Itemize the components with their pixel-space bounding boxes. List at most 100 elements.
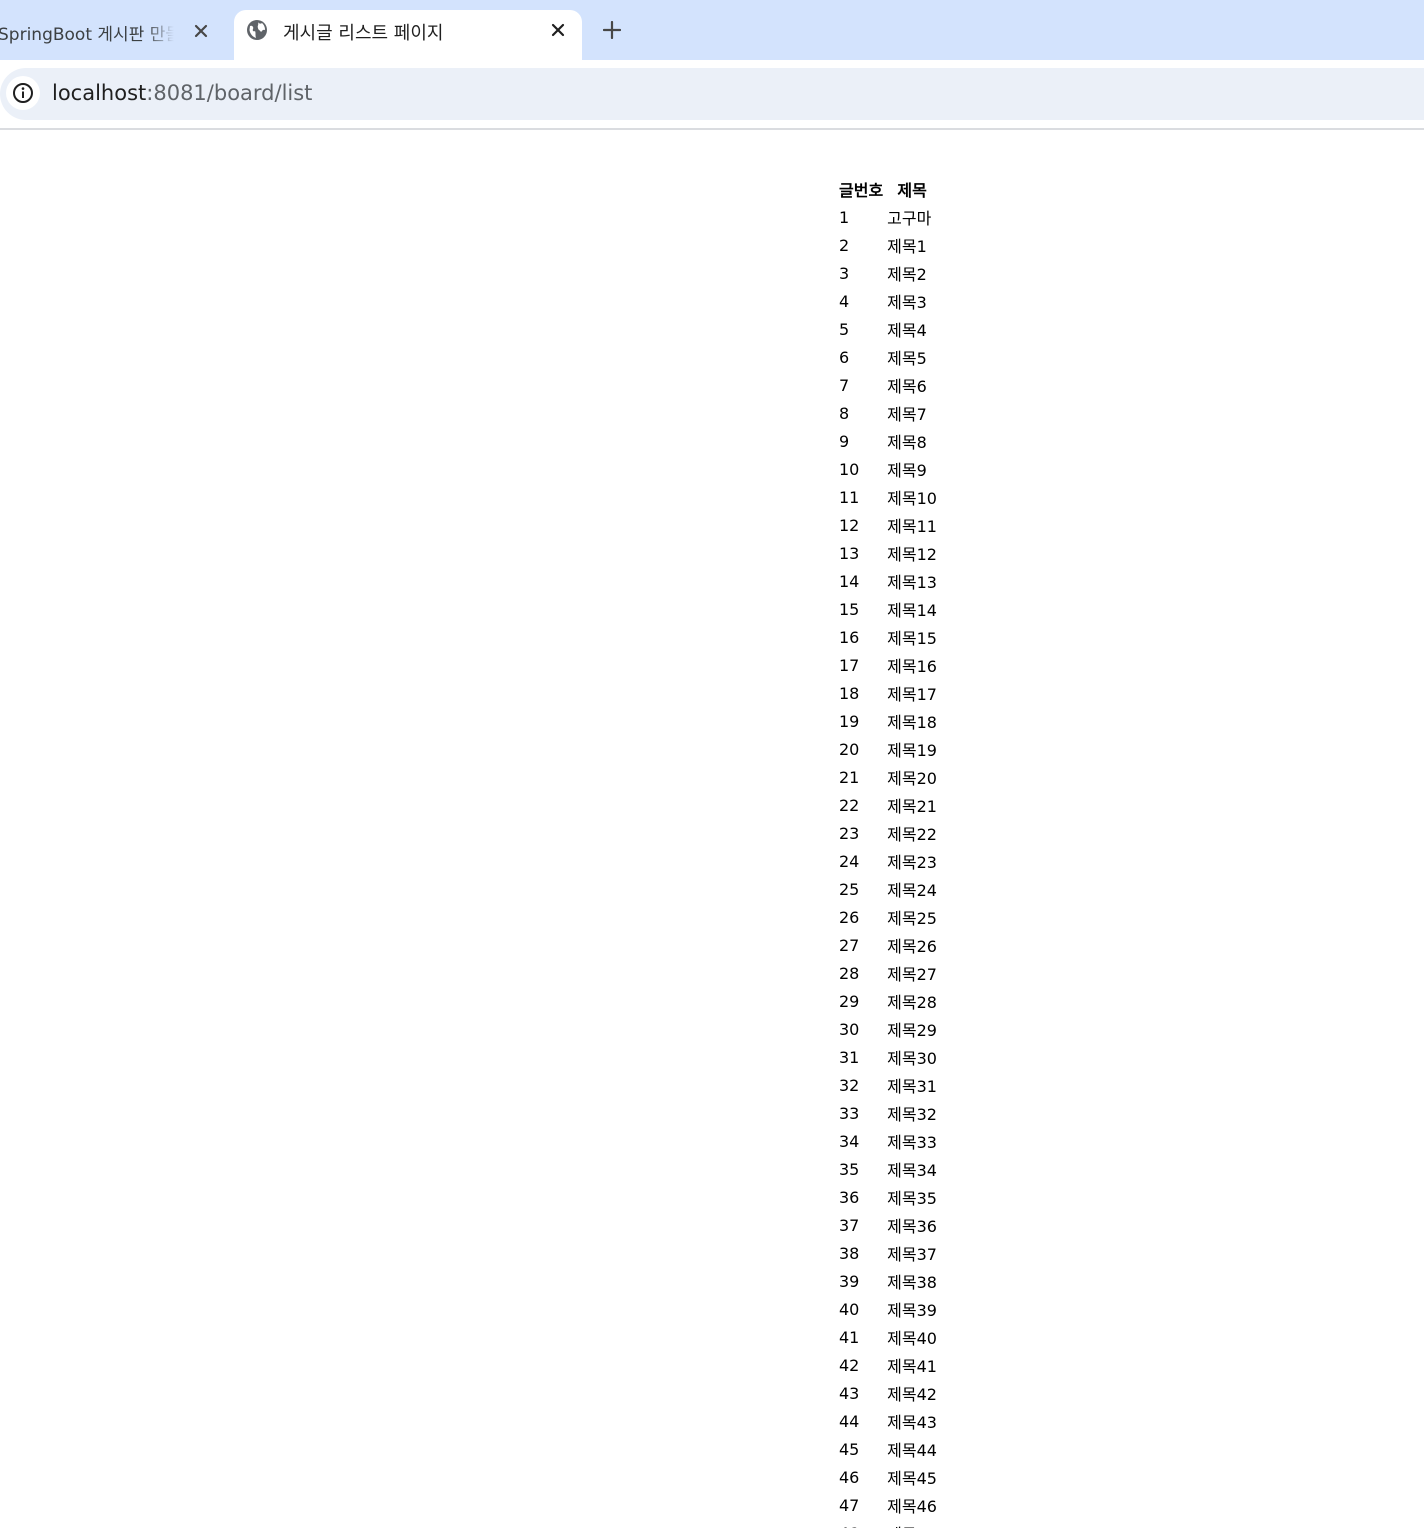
post-title: 제목20 (887, 769, 937, 788)
table-row: 8 제목7 (838, 400, 938, 426)
post-number: 6 (839, 347, 850, 367)
table-row: 3 제목2 (838, 260, 938, 286)
table-row: 43 제목42 (838, 1380, 938, 1406)
post-number: 3 (839, 263, 850, 283)
post-title: 제목3 (887, 293, 927, 312)
post-number: 20 (839, 739, 860, 759)
table-row: 16 제목15 (838, 624, 938, 650)
table-row: 23 제목22 (838, 820, 938, 846)
tab-board-list[interactable]: 게시글 리스트 페이지 (234, 10, 582, 60)
url-text[interactable]: localhost:8081/board/list (52, 81, 312, 105)
table-row: 33 제목32 (838, 1100, 938, 1126)
post-title: 제목5 (887, 349, 927, 368)
browser-toolbar: localhost:8081/board/list (0, 60, 1424, 130)
post-number: 1 (839, 207, 850, 227)
post-number: 4 (839, 291, 850, 311)
address-bar[interactable]: localhost:8081/board/list (0, 68, 1424, 120)
post-title: 제목23 (887, 853, 937, 872)
post-number: 44 (839, 1411, 860, 1431)
table-row: 5 제목4 (838, 316, 938, 342)
close-icon[interactable] (189, 19, 213, 43)
tab-springboot[interactable]: SpringBoot 게시판 만들기 (0, 10, 226, 54)
post-number: 11 (839, 487, 860, 507)
tab-strip: SpringBoot 게시판 만들기 게시글 리스트 페이지 (0, 0, 1424, 60)
post-number: 23 (839, 823, 860, 843)
post-title: 제목4 (887, 321, 927, 340)
table-row: 46 제목45 (838, 1464, 938, 1490)
post-title: 제목17 (887, 685, 937, 704)
post-number: 47 (839, 1495, 860, 1515)
tab-title: 게시글 리스트 페이지 (283, 23, 444, 44)
table-row: 45 제목44 (838, 1436, 938, 1462)
table-row: 39 제목38 (838, 1268, 938, 1294)
post-title: 제목27 (887, 965, 937, 984)
post-title: 제목28 (887, 993, 937, 1012)
post-number: 9 (839, 431, 850, 451)
column-header-id: 글번호 (839, 181, 884, 200)
post-number: 5 (839, 319, 850, 339)
post-title: 제목12 (887, 545, 937, 564)
close-icon[interactable] (546, 18, 570, 42)
table-row: 19 제목18 (838, 708, 938, 734)
post-number: 34 (839, 1131, 860, 1151)
post-title: 제목22 (887, 825, 937, 844)
table-row: 26 제목25 (838, 904, 938, 930)
table-row: 24 제목23 (838, 848, 938, 874)
table-row: 42 제목41 (838, 1352, 938, 1378)
plus-icon[interactable] (598, 16, 626, 44)
table-row: 47 제목46 (838, 1492, 938, 1518)
table-row: 37 제목36 (838, 1212, 938, 1238)
post-number: 41 (839, 1327, 860, 1347)
post-title: 제목9 (887, 461, 927, 480)
table-row: 20 제목19 (838, 736, 938, 762)
table-row: 15 제목14 (838, 596, 938, 622)
table-row: 2 제목1 (838, 232, 938, 258)
post-number: 27 (839, 935, 860, 955)
post-number: 30 (839, 1019, 860, 1039)
post-title: 제목31 (887, 1077, 937, 1096)
post-number: 12 (839, 515, 860, 535)
info-icon[interactable] (6, 76, 40, 110)
post-title: 제목11 (887, 517, 937, 536)
post-number: 32 (839, 1075, 860, 1095)
post-number: 39 (839, 1271, 860, 1291)
table-row: 9 제목8 (838, 428, 938, 454)
table-row: 32 제목31 (838, 1072, 938, 1098)
url-host: localhost (52, 81, 147, 105)
post-title: 제목45 (887, 1469, 937, 1488)
board-table-body: 1 고구마 2 제목1 3 제목2 4 제목3 5 제목4 6 제목5 7 제목6 8 제목7 9 제목8 10 제목… (838, 204, 938, 1528)
post-number: 45 (839, 1439, 860, 1459)
table-row: 29 제목28 (838, 988, 938, 1014)
post-number: 24 (839, 851, 860, 871)
table-row: 35 제목34 (838, 1156, 938, 1182)
table-row: 1 고구마 (838, 204, 938, 230)
post-title: 제목21 (887, 797, 937, 816)
column-header-title: 제목 (897, 181, 927, 200)
post-title: 제목6 (887, 377, 927, 396)
post-number: 38 (839, 1243, 860, 1263)
post-number: 14 (839, 571, 860, 591)
board-table: 글번호 제목 1 고구마 2 제목1 3 제목2 4 제목3 5 제목4 6 제목5 7 제목6 8 제목7 9… (836, 174, 940, 1528)
post-number: 17 (839, 655, 860, 675)
post-title: 제목13 (887, 573, 937, 592)
post-title: 제목39 (887, 1301, 937, 1320)
post-number: 18 (839, 683, 860, 703)
table-row: 44 제목43 (838, 1408, 938, 1434)
post-title: 제목1 (887, 237, 927, 256)
table-row: 31 제목30 (838, 1044, 938, 1070)
post-title: 제목37 (887, 1245, 937, 1264)
post-number: 28 (839, 963, 860, 983)
post-number: 22 (839, 795, 860, 815)
post-title: 제목34 (887, 1161, 937, 1180)
post-title: 제목40 (887, 1329, 937, 1348)
table-row: 25 제목24 (838, 876, 938, 902)
table-row: 10 제목9 (838, 456, 938, 482)
post-number: 7 (839, 375, 850, 395)
post-title: 제목26 (887, 937, 937, 956)
table-row: 13 제목12 (838, 540, 938, 566)
post-title: 제목25 (887, 909, 937, 928)
table-row: 17 제목16 (838, 652, 938, 678)
table-row: 14 제목13 (838, 568, 938, 594)
post-title: 제목33 (887, 1133, 937, 1152)
post-title: 제목43 (887, 1413, 937, 1432)
